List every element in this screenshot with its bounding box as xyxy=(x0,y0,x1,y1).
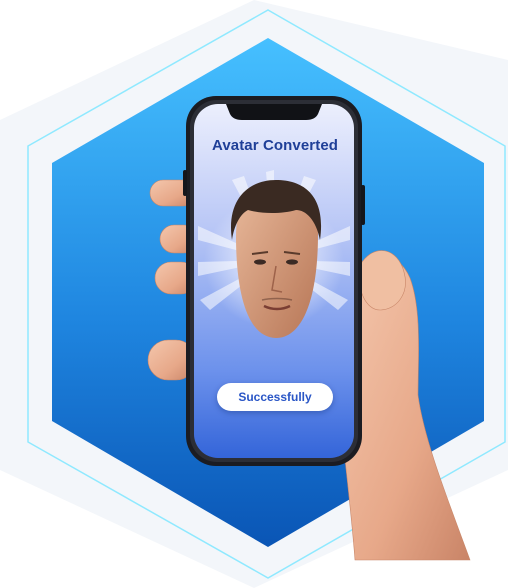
phone-notch xyxy=(226,104,322,120)
screen-title: Avatar Converted xyxy=(211,137,339,154)
illustration-art xyxy=(0,0,508,588)
successfully-button[interactable]: Successfully xyxy=(217,383,333,411)
hand-thumb xyxy=(358,250,406,311)
avatar-illustration: Avatar Converted Successfully xyxy=(0,0,508,588)
